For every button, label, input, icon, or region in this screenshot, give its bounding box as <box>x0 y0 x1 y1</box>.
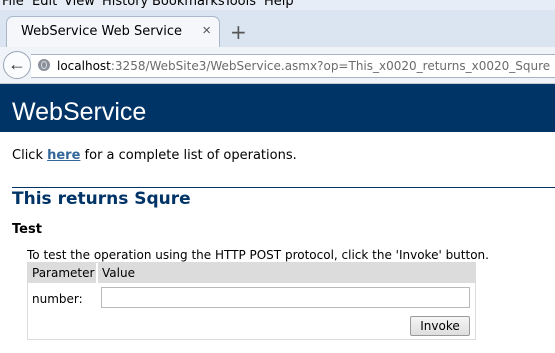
url-host: localhost <box>57 59 111 73</box>
number-label: number: <box>32 292 83 306</box>
divider <box>12 187 555 188</box>
invoke-button[interactable]: Invoke <box>410 316 470 336</box>
page-title: WebService <box>12 98 147 126</box>
column-value: Value <box>102 266 135 280</box>
column-parameter: Parameter <box>32 266 95 280</box>
url-path: :3258/WebSite3/WebService.asmx?op=This_x… <box>110 59 551 73</box>
url-text: localhost:3258/WebSite3/WebService.asmx?… <box>57 59 550 73</box>
intro-after: for a complete list of operations. <box>80 148 297 163</box>
intro-text: Click here for a complete list of operat… <box>12 148 297 163</box>
new-tab-icon[interactable]: + <box>230 22 247 42</box>
tab-title: WebService Web Service <box>21 24 183 39</box>
operation-title: This returns Squre <box>12 189 191 209</box>
column-separator <box>96 263 98 283</box>
back-button[interactable]: ← <box>3 51 31 79</box>
menu-help[interactable]: Help <box>264 0 294 10</box>
tab-webservice[interactable]: WebService Web Service × <box>6 16 220 48</box>
navigation-bar: localhost:3258/WebSite3/WebService.asmx?… <box>0 47 555 84</box>
globe-icon <box>38 59 50 71</box>
menu-history[interactable]: History <box>102 0 148 10</box>
menu-tools[interactable]: Tools <box>224 0 256 10</box>
back-arrow-icon: ← <box>8 54 26 74</box>
url-bar[interactable]: localhost:3258/WebSite3/WebService.asmx?… <box>31 54 555 78</box>
tab-strip: WebService Web Service × + <box>0 10 555 48</box>
close-tab-icon[interactable]: × <box>202 22 211 39</box>
menu-file[interactable]: File <box>2 0 24 10</box>
menu-view[interactable]: View <box>64 0 95 10</box>
operations-list-link[interactable]: here <box>47 148 80 163</box>
menu-bookmarks[interactable]: Bookmarks <box>152 0 225 10</box>
test-description: To test the operation using the HTTP POS… <box>27 248 489 262</box>
parameter-table: Parameter Value number: Invoke <box>27 262 476 340</box>
page-header: WebService <box>0 84 555 132</box>
intro-before: Click <box>12 148 48 163</box>
menu-bar: File Edit View History Bookmarks Tools H… <box>0 0 555 10</box>
parameter-table-header: Parameter Value <box>28 263 475 283</box>
test-heading: Test <box>12 222 42 237</box>
number-input[interactable] <box>101 287 470 308</box>
menu-edit[interactable]: Edit <box>32 0 57 10</box>
